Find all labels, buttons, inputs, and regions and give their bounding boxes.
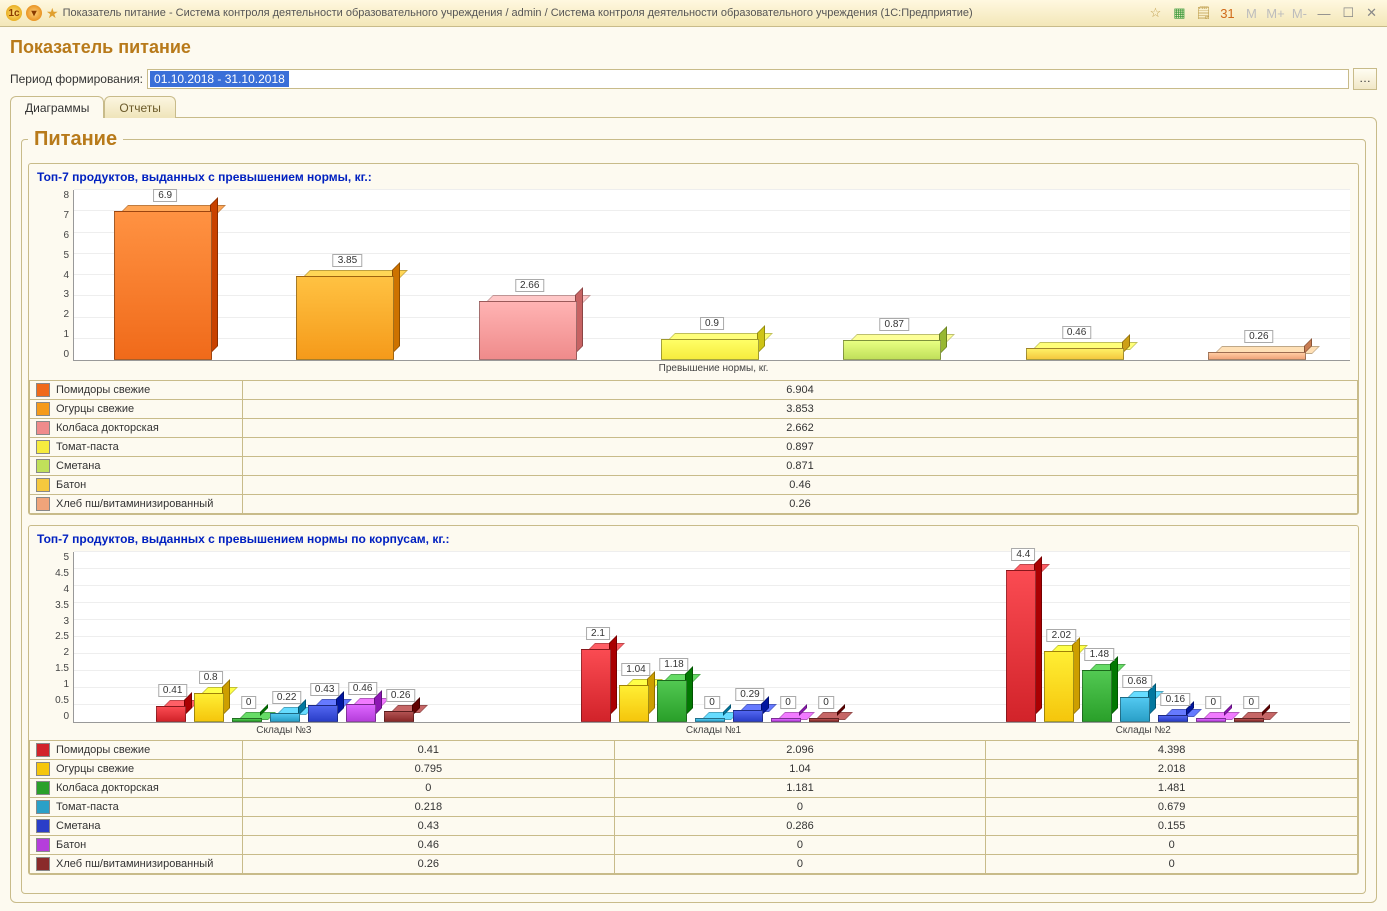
bar-value-label: 4.4 bbox=[1011, 548, 1035, 561]
bar-value-label: 0 bbox=[1206, 696, 1222, 709]
window-titlebar: 1c ▾ ★ Показатель питание - Система конт… bbox=[0, 0, 1387, 27]
bar-value-label: 0.46 bbox=[348, 682, 377, 695]
x-category-label: Склады №3 bbox=[69, 723, 499, 740]
maximize-icon[interactable]: ☐ bbox=[1338, 5, 1358, 21]
chart1-title: Топ-7 продуктов, выданных с превышением … bbox=[29, 164, 1358, 186]
favorite-star-icon[interactable]: ★ bbox=[46, 5, 59, 22]
bar-value-label: 0.87 bbox=[880, 318, 909, 331]
bar-value-label: 0.68 bbox=[1123, 675, 1152, 688]
page-title: Показатель питание bbox=[10, 37, 1377, 58]
bar-value-label: 3.85 bbox=[333, 254, 362, 267]
close-icon[interactable]: ✕ bbox=[1362, 5, 1381, 21]
m-minus-icon[interactable]: M- bbox=[1291, 5, 1307, 21]
m-plus-icon[interactable]: M+ bbox=[1267, 5, 1283, 21]
bar-value-label: 0 bbox=[780, 696, 796, 709]
bar-value-label: 6.9 bbox=[153, 189, 177, 202]
x-category-label: Склады №2 bbox=[928, 723, 1358, 740]
chart2-y-axis: 54.543.532.521.510.50 bbox=[29, 552, 73, 722]
table-row: Батон0.46 bbox=[30, 476, 1358, 495]
x-category-label: Склады №1 bbox=[499, 723, 929, 740]
bar-value-label: 0.46 bbox=[1062, 326, 1091, 339]
period-label: Период формирования: bbox=[10, 72, 143, 86]
table-row: Томат-паста0.897 bbox=[30, 438, 1358, 457]
bar-group: 4.42.021.480.680.1600 bbox=[925, 552, 1350, 722]
navigator-icon[interactable]: ▦ bbox=[1171, 5, 1187, 21]
chart2-title: Топ-7 продуктов, выданных с превышением … bbox=[29, 526, 1358, 548]
bar-value-label: 0 bbox=[1244, 696, 1260, 709]
bar-value-label: 1.18 bbox=[659, 658, 688, 671]
table-row: Колбаса докторская2.662 bbox=[30, 419, 1358, 438]
minimize-icon[interactable]: — bbox=[1313, 6, 1334, 21]
bar-value-label: 2.1 bbox=[586, 627, 610, 640]
chart2-x-categories: Склады №3Склады №1Склады №2 bbox=[29, 723, 1358, 740]
bar-value-label: 1.48 bbox=[1085, 648, 1114, 661]
table-row: Батон0.4600 bbox=[30, 836, 1358, 855]
m-icon[interactable]: M bbox=[1243, 5, 1259, 21]
bar-value-label: 0 bbox=[241, 696, 257, 709]
bar: 0.26 bbox=[1168, 190, 1350, 360]
bar-value-label: 0 bbox=[704, 696, 720, 709]
chart-top7-total: Топ-7 продуктов, выданных с превышением … bbox=[28, 163, 1359, 515]
bar-value-label: 0.26 bbox=[1244, 330, 1273, 343]
dropdown-icon[interactable]: ▾ bbox=[26, 5, 42, 21]
calculator-icon[interactable]: 🗒 bbox=[1195, 5, 1211, 21]
bar-value-label: 0.8 bbox=[199, 671, 223, 684]
section-nutrition-title: Питание bbox=[28, 128, 123, 151]
bar: 0.9 bbox=[621, 190, 803, 360]
bar-value-label: 0.9 bbox=[700, 317, 724, 330]
chart1-x-label: Превышение нормы, кг. bbox=[29, 361, 1358, 380]
chart2-data-table: Помидоры свежие0.412.0964.398Огурцы свеж… bbox=[29, 740, 1358, 874]
table-row: Хлеб пш/витаминизированный0.26 bbox=[30, 495, 1358, 514]
tab-panel-diagrams: Питание Топ-7 продуктов, выданных с прев… bbox=[10, 117, 1377, 903]
favorites-icon[interactable]: ☆ bbox=[1147, 5, 1163, 21]
table-row: Огурцы свежие0.7951.042.018 bbox=[30, 760, 1358, 779]
chart1-data-table: Помидоры свежие6.904Огурцы свежие3.853Ко… bbox=[29, 380, 1358, 514]
bar-value-label: 0.29 bbox=[735, 688, 764, 701]
bar-value-label: 1.04 bbox=[621, 663, 650, 676]
table-row: Томат-паста0.21800.679 bbox=[30, 798, 1358, 817]
bar: 3.85 bbox=[256, 190, 438, 360]
bar: 0.87 bbox=[803, 190, 985, 360]
bar-value-label: 0.43 bbox=[310, 683, 339, 696]
bar-value-label: 0.26 bbox=[386, 689, 415, 702]
window-title: Показатель питание - Система контроля де… bbox=[63, 7, 1142, 19]
table-row: Сметана0.430.2860.155 bbox=[30, 817, 1358, 836]
period-input[interactable]: 01.10.2018 - 31.10.2018 bbox=[147, 69, 1349, 89]
table-row: Огурцы свежие3.853 bbox=[30, 400, 1358, 419]
bar-value-label: 0.22 bbox=[272, 691, 301, 704]
app-1c-icon: 1c bbox=[6, 5, 22, 21]
section-nutrition: Питание Топ-7 продуктов, выданных с прев… bbox=[21, 128, 1366, 894]
calendar-icon[interactable]: 31 bbox=[1219, 5, 1235, 21]
table-row: Хлеб пш/витаминизированный0.2600 bbox=[30, 855, 1358, 874]
chart1-plot-area: 6.9 3.85 2.66 0.9 0.87 0.46 0.26 bbox=[73, 190, 1350, 361]
table-row: Помидоры свежие6.904 bbox=[30, 381, 1358, 400]
bar-value-label: 2.66 bbox=[515, 279, 544, 292]
bar: 2.66 bbox=[439, 190, 621, 360]
tab-reports[interactable]: Отчеты bbox=[104, 96, 175, 118]
chart1-y-axis: 876543210 bbox=[29, 190, 73, 360]
table-row: Колбаса докторская01.1811.481 bbox=[30, 779, 1358, 798]
bar-group: 2.1 1.04 1.18 0 0.29 0 0 bbox=[499, 552, 924, 722]
bar-value-label: 2.02 bbox=[1047, 629, 1076, 642]
tab-strip: Диаграммы Отчеты bbox=[10, 96, 1377, 118]
bar-value-label: 0.16 bbox=[1161, 693, 1190, 706]
table-row: Помидоры свежие0.412.0964.398 bbox=[30, 741, 1358, 760]
bar-value-label: 0.41 bbox=[158, 684, 187, 697]
bar: 6.9 bbox=[74, 190, 256, 360]
bar-group: 0.41 0.8 0 0.22 0.43 0.46 0.26 bbox=[74, 552, 499, 722]
bar-value-label: 0 bbox=[818, 696, 834, 709]
period-select-button[interactable]: … bbox=[1353, 68, 1377, 90]
table-row: Сметана0.871 bbox=[30, 457, 1358, 476]
bar: 0.46 bbox=[985, 190, 1167, 360]
tab-diagrams[interactable]: Диаграммы bbox=[10, 96, 104, 118]
chart2-plot-area: 0.41 0.8 0 0.22 0.43 0.46 0.26 2.1 1.04 1.18 0 0.29… bbox=[73, 552, 1350, 723]
chart-top7-by-building: Топ-7 продуктов, выданных с превышением … bbox=[28, 525, 1359, 875]
period-value: 01.10.2018 - 31.10.2018 bbox=[150, 71, 289, 87]
